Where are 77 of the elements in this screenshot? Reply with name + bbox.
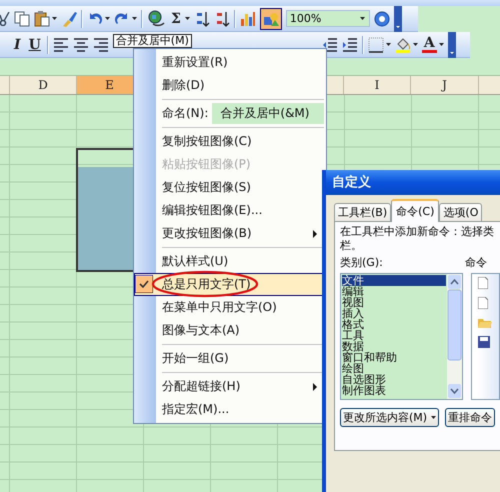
dialog-title: 自定义 — [326, 170, 500, 195]
caret-icon[interactable] — [438, 43, 444, 46]
scrollbar[interactable] — [446, 274, 462, 399]
font-color-button[interactable]: A — [422, 36, 437, 53]
list-item[interactable]: 窗口和帮助 — [342, 352, 446, 363]
menu-item[interactable]: 开始一组(G) — [134, 347, 326, 370]
caret-icon — [431, 416, 436, 419]
caret-icon[interactable] — [184, 17, 190, 20]
column-header[interactable]: I — [344, 76, 411, 94]
description-text: 在工具栏中添加新命令：选择类 — [340, 225, 495, 239]
menu-item[interactable]: 分配超链接(H) — [134, 375, 326, 398]
menu-item[interactable]: 重新设置(R) — [134, 51, 326, 74]
list-item[interactable]: 格式 — [342, 319, 446, 330]
chart-icon[interactable] — [240, 10, 256, 26]
menu-item[interactable]: 更改按钮图像(B) — [134, 222, 326, 245]
list-item[interactable]: 视图 — [342, 297, 446, 308]
folder-icon — [478, 317, 492, 328]
zoom-dropdown[interactable]: 100% — [286, 10, 370, 27]
column-header[interactable]: J — [411, 76, 479, 94]
list-item[interactable]: 制作图表 — [342, 385, 446, 396]
caret-icon[interactable] — [132, 17, 137, 20]
list-item[interactable]: 编辑 — [342, 286, 446, 297]
align-center-icon[interactable] — [72, 36, 89, 52]
redo-icon[interactable] — [114, 10, 130, 26]
list-item[interactable]: 绘图 — [342, 363, 446, 374]
underline-button[interactable]: U — [26, 36, 43, 52]
scissors-icon[interactable] — [0, 12, 10, 26]
list-item[interactable]: 文件 — [342, 275, 446, 286]
globe-icon[interactable] — [147, 10, 165, 28]
categories-label: 类别(G): — [340, 255, 383, 270]
align-right-icon[interactable] — [92, 36, 109, 52]
caret-icon[interactable] — [360, 17, 365, 20]
merge-button[interactable]: 合并及居中(M) — [112, 34, 192, 48]
copy-icon[interactable] — [14, 10, 30, 26]
list-item[interactable]: 插入 — [342, 308, 446, 319]
caret-icon[interactable] — [52, 17, 57, 20]
menu-item[interactable]: 复位按钮图像(S) — [134, 176, 326, 199]
help-icon[interactable] — [374, 10, 390, 26]
list-item[interactable]: 数据 — [342, 341, 446, 352]
sum-button[interactable]: Σ — [169, 10, 183, 26]
commands-label: 命令 — [464, 255, 487, 270]
description-text: 栏。 — [340, 239, 363, 253]
toolbar-options-icon[interactable] — [448, 32, 456, 58]
indent-increase-icon[interactable] — [342, 36, 358, 52]
menu-item[interactable]: 复制按钮图像(C) — [134, 130, 326, 153]
align-left-icon[interactable] — [52, 36, 69, 52]
categories-list[interactable]: 文件 编辑 视图 插入 格式 工具 数据 窗口和帮助 绘图 自选图形 制作图表 — [340, 273, 463, 400]
borders-icon[interactable] — [368, 36, 384, 52]
paste-icon[interactable] — [34, 10, 50, 26]
menu-item[interactable]: 指定宏(M)... — [134, 398, 326, 421]
caret-icon[interactable] — [412, 43, 418, 46]
document-icon — [478, 297, 488, 309]
list-item[interactable]: 自选图形 — [342, 374, 446, 385]
tab[interactable]: 工具栏(B) — [334, 203, 392, 221]
tab[interactable]: 命令(C) — [391, 199, 440, 222]
change-selection-button[interactable]: 更改所选内容(M) — [340, 408, 440, 427]
menu-item[interactable]: 图像与文本(A) — [134, 319, 326, 342]
italic-button[interactable]: I — [12, 36, 23, 52]
menu-item[interactable]: 默认样式(U) — [134, 250, 326, 273]
caret-icon[interactable] — [386, 43, 391, 46]
brush-icon[interactable] — [61, 10, 77, 26]
commands-list[interactable] — [470, 273, 500, 400]
list-item[interactable]: 工具 — [342, 330, 446, 341]
name-label: 命名(N): — [162, 105, 208, 122]
caret-icon[interactable] — [105, 17, 110, 20]
shapes-icon — [262, 10, 279, 26]
undo-icon[interactable] — [87, 10, 103, 26]
indent-decrease-icon[interactable] — [322, 36, 338, 52]
toolbar-options-icon[interactable] — [394, 6, 402, 32]
document-icon — [478, 277, 488, 289]
name-field[interactable]: 合并及居中(&M) — [212, 103, 324, 124]
fill-color-icon[interactable] — [394, 36, 411, 54]
rearrange-commands-button[interactable]: 重排命令 — [445, 408, 496, 427]
tab[interactable]: 选项(O — [439, 203, 482, 221]
menu-item[interactable]: 在菜单中只用文字(O) — [134, 296, 326, 319]
drawing-button[interactable] — [260, 8, 282, 30]
menu-item[interactable]: 编辑按钮图像(E)... — [134, 199, 326, 222]
